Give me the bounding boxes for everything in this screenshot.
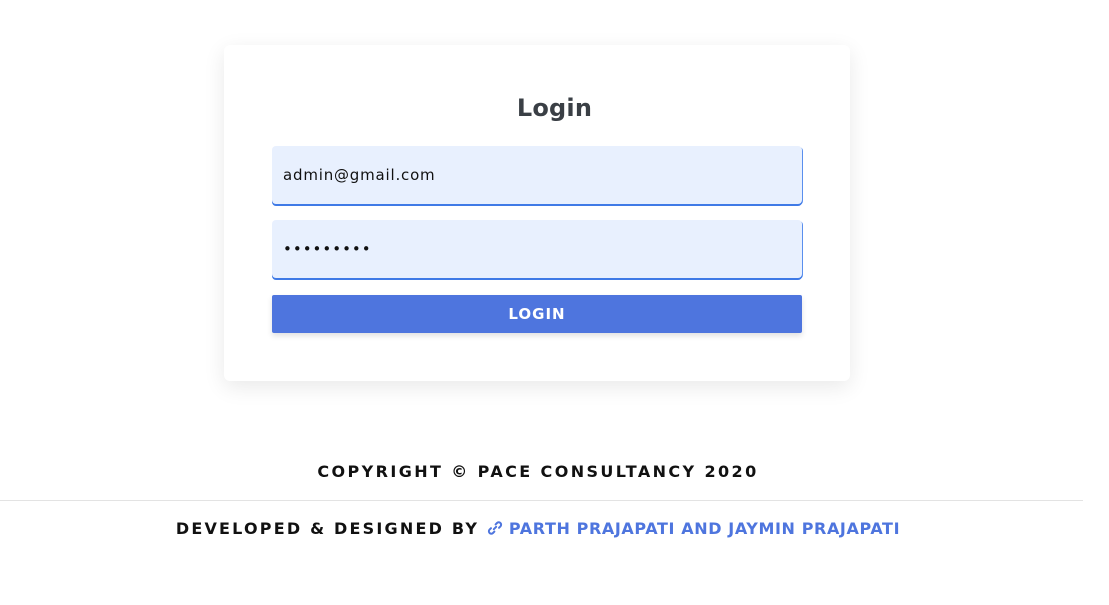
developer-credits: DEVELOPED & DESIGNED BY PARTH PRAJAPATI … [0,519,1076,538]
email-field[interactable] [272,146,802,204]
developers-link[interactable]: PARTH PRAJAPATI AND JAYMIN PRAJAPATI [487,519,900,538]
login-title: Login [516,94,593,122]
developed-by-label: DEVELOPED & DESIGNED BY [175,519,480,538]
login-page: Login LOGIN COPYRIGHT © PACE CONSULTANCY… [0,0,1109,605]
link-icon [487,521,502,535]
developers-link-text: PARTH PRAJAPATI AND JAYMIN PRAJAPATI [508,519,901,538]
footer-divider [0,500,1083,501]
login-button[interactable]: LOGIN [272,295,802,333]
copyright-text: COPYRIGHT © PACE CONSULTANCY 2020 [317,462,759,481]
password-field[interactable] [272,220,802,278]
